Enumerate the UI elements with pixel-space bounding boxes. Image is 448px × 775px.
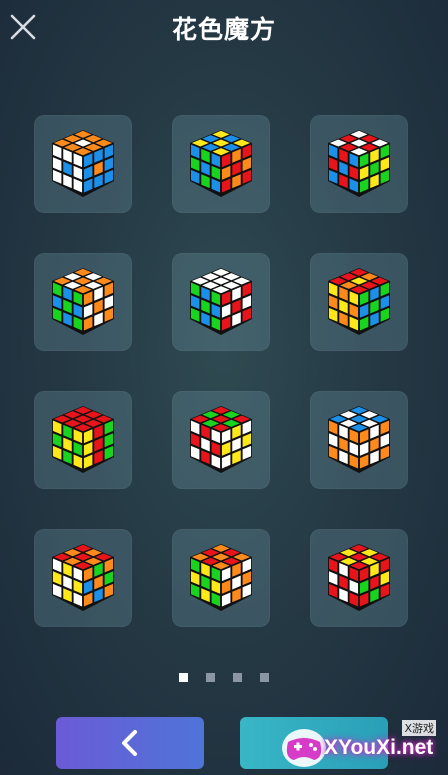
cube-pattern-tile[interactable] [172, 115, 270, 213]
watermark-site-text: XYouXi.net [324, 736, 434, 759]
cube-pattern-tile[interactable] [310, 391, 408, 489]
rubiks-cube-icon [328, 406, 390, 473]
cube-pattern-tile[interactable] [172, 529, 270, 627]
chevron-left-icon [122, 730, 137, 756]
rubiks-cube-icon [190, 406, 252, 473]
cube-pattern-tile[interactable] [172, 391, 270, 489]
pattern-grid [0, 0, 448, 660]
cube-pattern-tile[interactable] [34, 115, 132, 213]
rubiks-cube-icon [52, 268, 114, 335]
cube-pattern-tile[interactable] [34, 253, 132, 351]
rubiks-cube-icon [52, 130, 114, 197]
rubiks-cube-icon [190, 268, 252, 335]
watermark: X游戏 XYouXi.net [274, 716, 448, 775]
cube-pattern-tile[interactable] [34, 391, 132, 489]
cube-pattern-tile[interactable] [310, 253, 408, 351]
back-button[interactable] [56, 717, 204, 769]
page-dot[interactable] [179, 673, 188, 682]
cube-pattern-tile[interactable] [172, 253, 270, 351]
page-dot[interactable] [206, 673, 215, 682]
rubiks-cube-icon [190, 130, 252, 197]
watermark-small-text: X游戏 [402, 720, 436, 736]
rubiks-cube-icon [328, 268, 390, 335]
rubiks-cube-icon [328, 544, 390, 611]
rubiks-cube-icon [190, 544, 252, 611]
page-dot[interactable] [233, 673, 242, 682]
rubiks-cube-icon [328, 130, 390, 197]
cube-pattern-tile[interactable] [310, 529, 408, 627]
rubiks-cube-icon [52, 406, 114, 473]
cube-pattern-tile[interactable] [310, 115, 408, 213]
rubiks-cube-icon [52, 544, 114, 611]
page-indicator [0, 673, 448, 685]
page-dot[interactable] [260, 673, 269, 682]
gamepad-logo-icon [282, 729, 326, 767]
cube-pattern-tile[interactable] [34, 529, 132, 627]
